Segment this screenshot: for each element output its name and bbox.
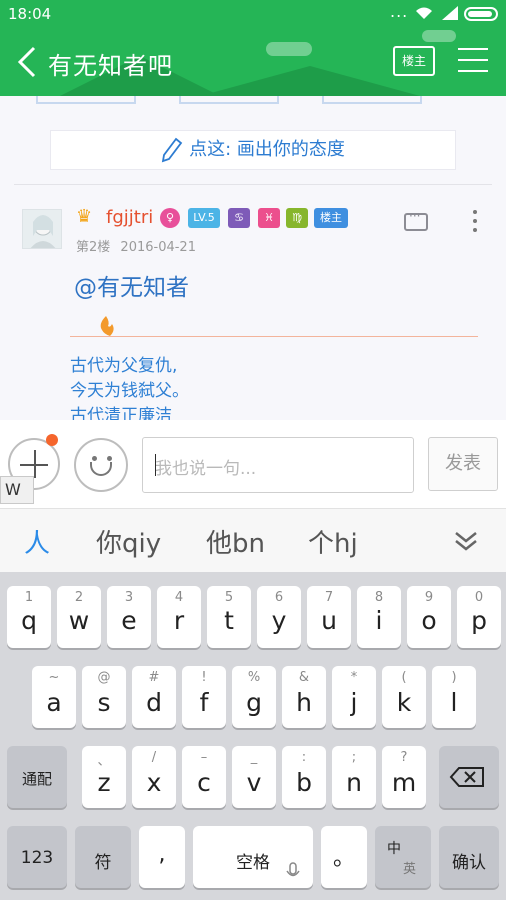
level-badge: LV.5	[188, 208, 220, 228]
crown-icon: ♛	[76, 206, 93, 227]
microphone-icon	[286, 862, 300, 877]
separator-line	[70, 336, 478, 337]
key-y[interactable]: 6y	[257, 586, 301, 648]
period-key[interactable]: 。	[321, 826, 367, 888]
key-w[interactable]: 2w	[57, 586, 101, 648]
chevron-down-icon[interactable]	[452, 527, 480, 555]
chevron-left-icon[interactable]	[14, 42, 42, 82]
wifi-icon	[416, 7, 432, 19]
backspace-icon	[449, 767, 484, 787]
gender-badge: ♀	[160, 208, 180, 228]
key-e[interactable]: 3e	[107, 586, 151, 648]
hamburger-icon[interactable]	[458, 48, 488, 74]
zodiac-badge: ♍	[286, 208, 308, 228]
page-title: 有无知者吧	[48, 52, 173, 80]
post-date: 2016-04-21	[120, 240, 196, 255]
candidate-item[interactable]: 他bn	[206, 523, 265, 560]
avatar-image	[30, 215, 56, 248]
owner-badge: 楼主	[314, 208, 348, 228]
notification-dot	[46, 434, 58, 446]
key-k[interactable]: (k	[382, 666, 426, 728]
title-bar: 有无知者吧 楼主	[0, 28, 506, 96]
key-b[interactable]: :b	[282, 746, 326, 808]
emoji-icon[interactable]	[74, 438, 128, 492]
more-vertical-icon[interactable]	[470, 210, 480, 234]
candidate-item[interactable]: 你qiy	[96, 523, 161, 560]
avatar[interactable]	[22, 209, 62, 249]
key-f[interactable]: ! f	[182, 666, 226, 728]
text-cursor	[155, 454, 156, 476]
comment-icon[interactable]	[404, 209, 428, 231]
key-q[interactable]: 1q	[7, 586, 51, 648]
key-i[interactable]: 8i	[357, 586, 401, 648]
top-bar: 18:04 ... 有无知者吧 楼主	[0, 0, 506, 96]
tab-stub[interactable]	[179, 96, 279, 104]
status-dots: ...	[390, 2, 409, 21]
tab-stub[interactable]	[36, 96, 136, 104]
key-m[interactable]: ? m	[382, 746, 426, 808]
post-content: 点这: 画出你的态度 ♛ fgjjtri ♀ LV.5 ♋ ♓ ♍ 楼主 第2楼…	[0, 96, 506, 420]
floor-number: 第2楼	[76, 240, 111, 255]
key-z[interactable]: 、 z	[82, 746, 126, 808]
key-x[interactable]: / x	[132, 746, 176, 808]
key-t[interactable]: 5t	[207, 586, 251, 648]
comma-key[interactable]: ,	[139, 826, 185, 888]
flame-icon	[100, 316, 114, 336]
key-c[interactable]: – c	[182, 746, 226, 808]
floating-key-preview: W	[0, 476, 34, 504]
key-r[interactable]: 4r	[157, 586, 201, 648]
key-n[interactable]: ; n	[332, 746, 376, 808]
post-line: 古代清正廉洁	[70, 406, 172, 420]
zodiac-badge: ♋	[228, 208, 250, 228]
mention-text[interactable]: @有无知者	[74, 268, 189, 302]
key-a[interactable]: ~ a	[32, 666, 76, 728]
reply-input[interactable]: 我也说一句...	[142, 437, 414, 493]
tab-stub[interactable]	[322, 96, 422, 104]
draw-attitude-button[interactable]: 点这: 画出你的态度	[50, 130, 456, 170]
key-s[interactable]: @ s	[82, 666, 126, 728]
post-meta: 第2楼 2016-04-21	[76, 236, 202, 255]
signal-icon	[442, 6, 458, 20]
owner-only-button[interactable]: 楼主	[393, 46, 435, 76]
language-switch-key[interactable]: 中 英	[375, 826, 431, 888]
send-button[interactable]: 发表	[428, 437, 498, 491]
divider	[14, 184, 492, 185]
username[interactable]: fgjjtri	[106, 207, 153, 228]
symbol-key[interactable]: 符	[75, 826, 131, 888]
ime-candidate-bar: 人 你qiy 他bn 个hj	[0, 508, 506, 572]
key-g[interactable]: % g	[232, 666, 276, 728]
confirm-key[interactable]: 确认	[439, 826, 499, 888]
space-key[interactable]: 空格	[193, 826, 313, 888]
reply-placeholder: 我也说一句...	[155, 459, 257, 479]
post-body: 古代为父复仇, 今天为钱弑父。 古代清正廉洁	[70, 354, 189, 420]
draw-attitude-label: 点这: 画出你的态度	[189, 139, 345, 160]
key-v[interactable]: _ v	[232, 746, 276, 808]
key-h[interactable]: & h	[282, 666, 326, 728]
key-d[interactable]: # d	[132, 666, 176, 728]
key-l[interactable]: ) l	[432, 666, 476, 728]
post-line: 古代为父复仇,	[70, 356, 178, 376]
candidate-item[interactable]: 人	[24, 523, 50, 560]
key-u[interactable]: 7u	[307, 586, 351, 648]
status-time: 18:04	[8, 5, 52, 23]
battery-icon	[464, 7, 498, 21]
candidate-item[interactable]: 个hj	[308, 523, 358, 560]
keyboard: 1q 2w 3e 4r 5t 6y 7u 8i 9o 0p ~ a @ s # d !…	[0, 572, 506, 900]
numeric-key[interactable]: 123	[7, 826, 67, 888]
status-bar: 18:04 ...	[0, 0, 506, 28]
post-line: 今天为钱弑父。	[70, 381, 189, 401]
pen-icon	[161, 137, 183, 163]
reply-input-bar: W 我也说一句... 发表	[0, 420, 506, 508]
key-o[interactable]: 9o	[407, 586, 451, 648]
zodiac-badge: ♓	[258, 208, 280, 228]
wildcard-key[interactable]: 通配	[7, 746, 67, 808]
key-p[interactable]: 0p	[457, 586, 501, 648]
backspace-key[interactable]	[439, 746, 499, 808]
key-j[interactable]: * j	[332, 666, 376, 728]
